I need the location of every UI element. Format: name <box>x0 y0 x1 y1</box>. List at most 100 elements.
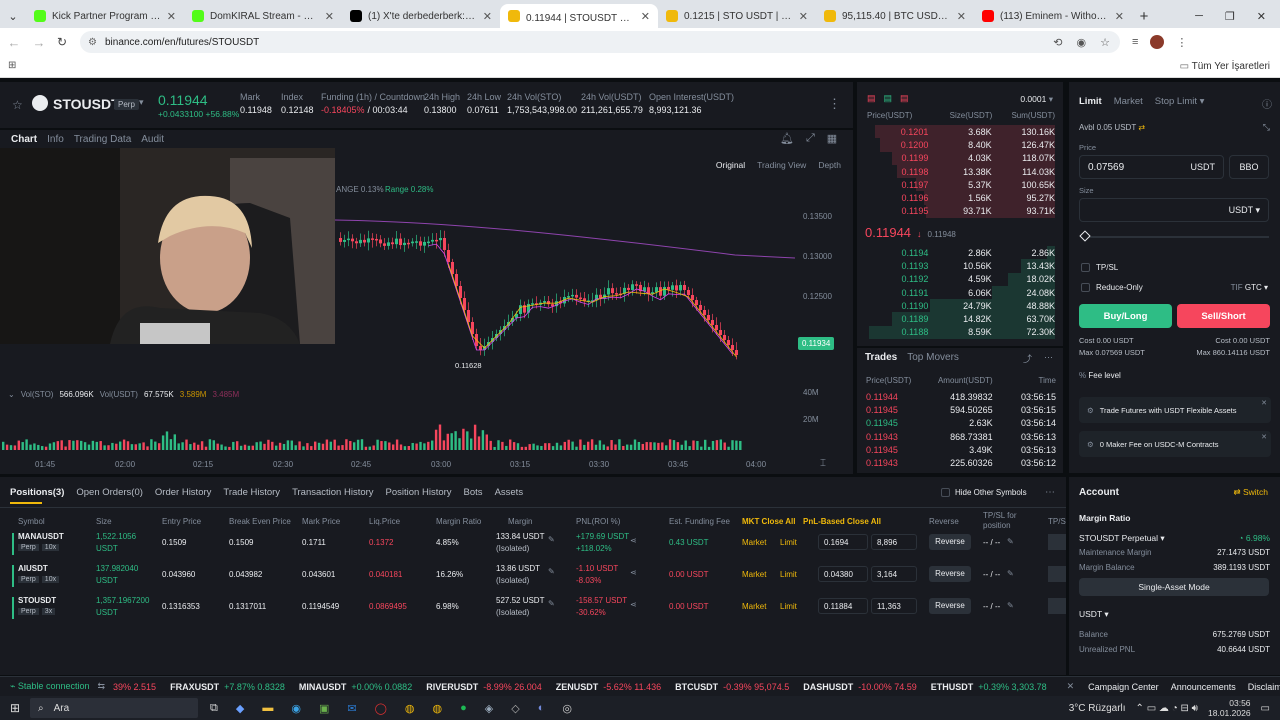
sell-short-button[interactable]: Sell/Short <box>1177 304 1270 328</box>
ticker-item[interactable]: ZENUSDT <box>556 682 599 692</box>
book-bids-icon[interactable]: ▤ <box>884 93 893 104</box>
clock-date[interactable]: 18.01.2026 <box>1208 708 1251 718</box>
alert-bell-icon[interactable]: 🔔︎ <box>780 132 794 145</box>
ticker-item[interactable]: MINAUSDT <box>299 682 347 692</box>
chart-view-option[interactable]: Trading View <box>757 160 806 170</box>
extensions-icon[interactable]: ≡ <box>1132 36 1138 48</box>
fullscreen-icon[interactable]: ⤢ <box>806 132 815 145</box>
ticker-item[interactable]: RIVERUSDT <box>426 682 478 692</box>
spotify-icon[interactable]: ● <box>460 702 467 715</box>
tab-search-icon[interactable]: ⌄ <box>0 4 26 28</box>
tab-top-movers[interactable]: Top Movers <box>907 352 959 363</box>
tpsl-cell[interactable] <box>1048 534 1066 550</box>
all-bookmarks-link[interactable]: ▭ Tüm Yer İşaretleri <box>1180 61 1270 72</box>
orderbook-row[interactable]: 0.1191 6.06K 24.08K <box>865 285 1055 300</box>
opera-icon[interactable]: ◯ <box>375 702 387 715</box>
edit-tpsl-icon[interactable]: ✎ <box>1007 569 1014 578</box>
limit-price-input[interactable]: 0.11884 <box>818 598 868 614</box>
perp-select[interactable]: STOUSDT Perpetual ▾ <box>1079 533 1165 544</box>
tab-close-icon[interactable]: ✕ <box>799 10 808 23</box>
limit-qty-input[interactable]: 11,363 <box>871 598 917 614</box>
ticker-item[interactable]: +0.39% 3,303.78 <box>978 682 1046 692</box>
browser-tab[interactable]: 0.1215 | STO USDT | StakeSton ✕ <box>658 4 816 28</box>
position-symbol[interactable]: AIUSDT <box>18 564 48 573</box>
obs-icon[interactable]: ◎ <box>562 702 572 715</box>
tab-close-icon[interactable]: ✕ <box>167 10 176 23</box>
limit-qty-input[interactable]: 3,164 <box>871 566 917 582</box>
chrome-icon[interactable]: ◍ <box>432 702 442 715</box>
layout-icon[interactable]: ▦ <box>827 132 837 145</box>
tab-close-icon[interactable]: ✕ <box>483 10 492 23</box>
orderbook-row[interactable]: 0.1190 24.79K 48.88K <box>865 299 1055 313</box>
reverse-button[interactable]: Reverse <box>929 598 971 614</box>
positions-more-icon[interactable]: ⋯ <box>1045 487 1055 498</box>
restore-icon[interactable]: ❐ <box>1225 10 1235 23</box>
ticker-item[interactable]: +0.00% 0.0882 <box>351 682 412 692</box>
orderbook-row[interactable]: 0.1188 8.59K 72.30K <box>865 325 1055 340</box>
ticker-item[interactable]: -8.99% 26.004 <box>483 682 542 692</box>
book-both-icon[interactable]: ▤ <box>867 93 876 104</box>
tab-limit[interactable]: Limit <box>1079 96 1102 107</box>
buy-long-button[interactable]: Buy/Long <box>1079 304 1172 328</box>
single-asset-mode-button[interactable]: Single-Asset Mode <box>1079 578 1269 596</box>
tray-icons[interactable]: ⌃ ▭ ☁ ◔ ⊟ 🔊︎ <box>1136 703 1198 714</box>
ticker-item[interactable]: FRAXUSDT <box>170 682 219 692</box>
limit-price-input[interactable]: 0.1694 <box>818 534 868 550</box>
tab-close-icon[interactable]: ✕ <box>641 10 650 23</box>
browser-tab[interactable]: (113) Eminem - Without Me (O ✕ <box>974 4 1132 28</box>
popout-icon[interactable]: ⤴ <box>1023 352 1032 365</box>
candlestick-chart[interactable] <box>335 190 795 370</box>
orderbook-row[interactable]: 0.1196 1.56K 95.27K <box>865 191 1055 205</box>
ticker-item[interactable]: DASHUSDT <box>803 682 853 692</box>
edit-margin-icon[interactable]: ✎ <box>548 599 555 608</box>
limit-price-input[interactable]: 0.04380 <box>818 566 868 582</box>
site-info-icon[interactable]: ⚙ <box>88 37 97 48</box>
leverage-tag[interactable]: 10x <box>41 576 60 583</box>
new-tab-icon[interactable]: + <box>1132 4 1156 28</box>
asset-select[interactable]: USDT ▾ <box>1079 609 1109 620</box>
limit-close-button[interactable]: Limit <box>780 538 797 547</box>
positions-tab[interactable]: Position History <box>386 487 452 498</box>
limit-close-button[interactable]: Limit <box>780 602 797 611</box>
transfer-icon[interactable]: ⇄ <box>1138 123 1145 132</box>
market-close-button[interactable]: Market <box>742 602 766 611</box>
vpn-icon[interactable]: ◇ <box>511 702 519 715</box>
clock-time[interactable]: 03:56 <box>1208 698 1250 708</box>
orderbook-row[interactable]: 0.1193 10.56K 13.43K <box>865 259 1055 273</box>
eye-icon[interactable]: ◉ <box>1077 36 1087 49</box>
edge-icon[interactable]: ◉ <box>291 702 301 715</box>
orderbook-row[interactable]: 0.1201 3.68K 130.16K <box>865 125 1055 139</box>
more-options-icon[interactable]: ⋮ <box>828 96 841 112</box>
chart-settings-icon[interactable]: ⌶ <box>820 458 826 469</box>
orderbook-row[interactable]: 0.1195 93.71K 93.71K <box>865 204 1055 219</box>
hide-other-checkbox[interactable] <box>941 488 950 497</box>
symbol-dropdown-icon[interactable]: ▾ <box>139 97 144 108</box>
tpsl-cell[interactable] <box>1048 598 1066 614</box>
browser-tab[interactable]: 0.11944 | STOUSDT USDⓈ-Ma ✕ <box>500 4 658 28</box>
fee-level-link[interactable]: % Fee level <box>1079 371 1121 380</box>
store-icon[interactable]: ▣ <box>319 702 329 715</box>
leverage-tag[interactable]: 10x <box>41 544 60 551</box>
tab-close-icon[interactable]: ✕ <box>1115 10 1124 23</box>
edit-margin-icon[interactable]: ✎ <box>548 535 555 544</box>
limit-close-button[interactable]: Limit <box>780 570 797 579</box>
orderbook-row[interactable]: 0.1192 4.59K 18.02K <box>865 272 1055 286</box>
size-slider[interactable] <box>1081 236 1269 238</box>
chart-tab[interactable]: Info <box>47 134 64 145</box>
ticker-item[interactable]: ETHUSDT <box>931 682 974 692</box>
notification-icon[interactable]: ▭ <box>1261 703 1270 714</box>
calculator-icon[interactable]: ⤡ <box>1263 122 1270 133</box>
orderbook-row[interactable]: 0.1200 8.40K 126.47K <box>865 138 1055 152</box>
discord-icon[interactable]: ◐ <box>538 702 545 715</box>
orderbook-row[interactable]: 0.1198 13.38K 114.03K <box>865 164 1055 179</box>
browser-tab[interactable]: 95,115.40 | BTC USDT | Bitcoin ✕ <box>816 4 974 28</box>
chart-view-option[interactable]: Original <box>716 160 745 170</box>
ticker-close-icon[interactable]: ✕ <box>1067 681 1075 692</box>
reduce-only-checkbox[interactable] <box>1081 283 1090 292</box>
orderbook-row[interactable]: 0.1197 5.37K 100.65K <box>865 178 1055 192</box>
close-window-icon[interactable]: ✕ <box>1257 10 1266 23</box>
info-icon[interactable]: ⓘ <box>1262 96 1272 111</box>
edit-margin-icon[interactable]: ✎ <box>548 567 555 576</box>
chart-tab[interactable]: Chart <box>11 134 37 145</box>
symbol-name[interactable]: STOUSDT <box>53 96 120 112</box>
